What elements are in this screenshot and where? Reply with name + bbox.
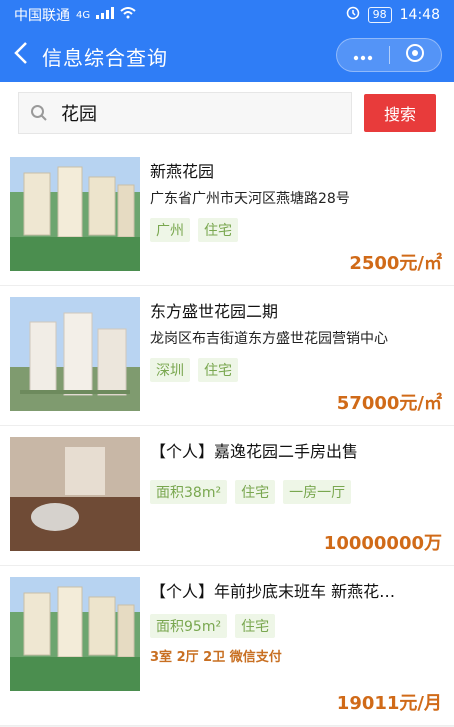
back-button[interactable]: [0, 30, 42, 82]
search-box[interactable]: [18, 92, 352, 134]
property-thumbnail: [10, 577, 140, 691]
item-price: 57000元/㎡: [336, 393, 442, 414]
carrier-label: 中国联通: [14, 8, 70, 24]
list-item[interactable]: 东方盛世花园二期 龙岗区布吉街道东方盛世花园营销中心 深圳 住宅 57000元/…: [0, 286, 454, 426]
tag-type: 住宅: [235, 614, 276, 638]
item-address: 龙岗区布吉街道东方盛世花园营销中心: [150, 331, 388, 347]
status-left: 中国联通 4G: [14, 5, 136, 25]
item-tags: 面积38m² 住宅 一房一厅: [150, 480, 442, 504]
tag-type: 住宅: [198, 358, 238, 382]
item-title: 新燕花园: [150, 162, 215, 181]
item-price: 19011元/月: [336, 693, 442, 714]
search-input[interactable]: [59, 93, 351, 133]
search-icon: [19, 93, 59, 133]
target-icon: [405, 43, 425, 67]
item-title: 东方盛世花园二期: [150, 302, 279, 321]
item-address: 广东省广州市天河区燕塘路28号: [150, 191, 350, 207]
item-tags: 面积95m² 住宅: [150, 614, 442, 638]
item-price: 10000000万: [323, 533, 442, 554]
item-price: 2500元/㎡: [349, 253, 442, 274]
property-thumbnail: [10, 157, 140, 271]
list-item[interactable]: 新燕花园 广东省广州市天河区燕塘路28号 广州 住宅 2500元/㎡: [0, 146, 454, 286]
item-extra: 3室 2厅 2卫 微信支付: [150, 650, 282, 665]
network-label: 4G: [76, 9, 91, 21]
search-bar: 搜索: [0, 82, 454, 146]
search-button[interactable]: 搜索: [364, 94, 436, 132]
property-thumbnail: [10, 437, 140, 551]
chevron-left-icon: [13, 30, 29, 82]
signal-icon: [96, 7, 115, 23]
tag-type: 住宅: [235, 480, 276, 504]
item-title: 【个人】年前抄底末班车 新燕花…: [150, 582, 396, 601]
status-bar: 中国联通 4G 98 14:48: [0, 0, 454, 30]
time-label: 14:48: [399, 7, 440, 23]
results-list: 新燕花园 广东省广州市天河区燕塘路28号 广州 住宅 2500元/㎡ 东方盛世花…: [0, 146, 454, 727]
item-title: 【个人】嘉逸花园二手房出售: [150, 442, 359, 461]
more-dots-icon: [353, 46, 373, 65]
alarm-icon: [346, 6, 360, 24]
item-tags: 深圳 住宅: [150, 358, 442, 382]
more-button[interactable]: [337, 39, 389, 71]
wifi-icon: [120, 7, 136, 23]
close-mini-program-button[interactable]: [389, 39, 441, 71]
tag-area: 面积95m²: [150, 614, 228, 638]
nav-bar: 信息综合查询: [0, 30, 454, 82]
page-title: 信息综合查询: [42, 45, 168, 70]
mini-program-capsule: [336, 38, 442, 72]
property-thumbnail: [10, 297, 140, 411]
list-item[interactable]: 【个人】年前抄底末班车 新燕花… 面积95m² 住宅 3室 2厅 2卫 微信支付…: [0, 566, 454, 726]
tag-layout: 一房一厅: [283, 480, 352, 504]
list-item[interactable]: 【个人】嘉逸花园二手房出售 面积38m² 住宅 一房一厅 10000000万: [0, 426, 454, 566]
status-right: 98 14:48: [346, 6, 440, 24]
tag-type: 住宅: [198, 218, 238, 242]
item-tags: 广州 住宅: [150, 218, 442, 242]
tag-city: 广州: [150, 218, 190, 242]
tag-area: 面积38m²: [150, 480, 228, 504]
tag-city: 深圳: [150, 358, 190, 382]
battery-indicator: 98: [367, 7, 392, 23]
